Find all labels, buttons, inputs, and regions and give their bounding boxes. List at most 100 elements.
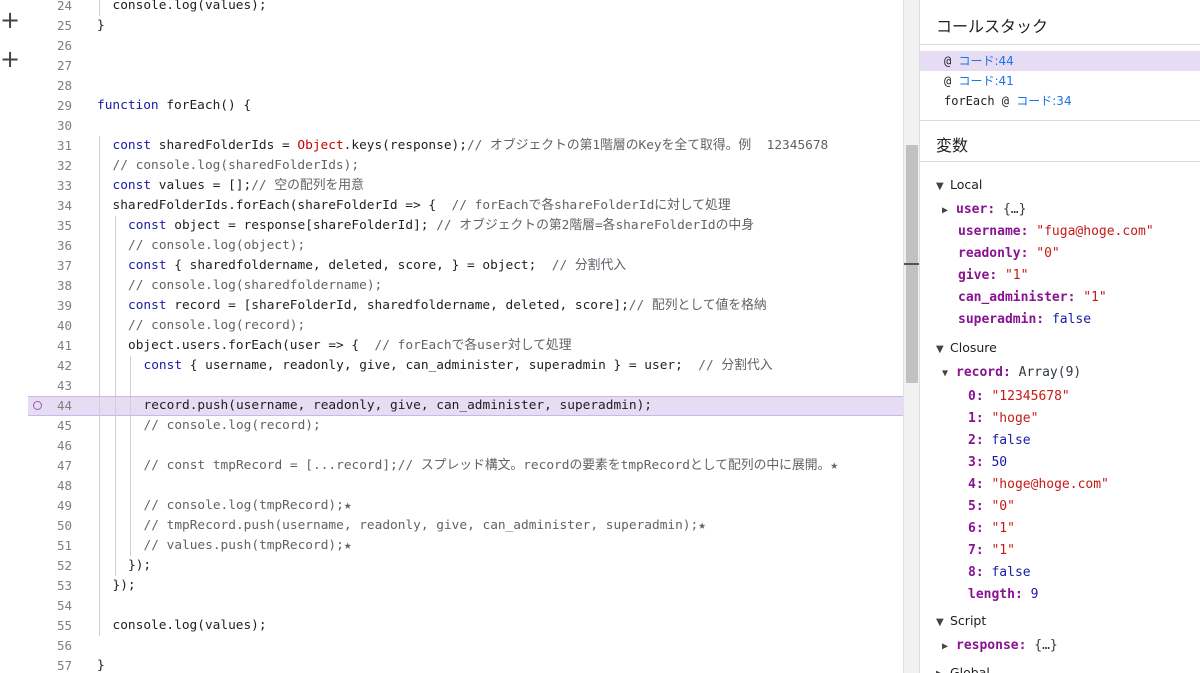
callstack-frame[interactable]: forEach @ コード:34 (920, 91, 1200, 111)
code-line[interactable]: 54 (28, 596, 905, 616)
line-number[interactable]: 36 (28, 236, 72, 256)
code-line[interactable]: 33 const values = [];// 空の配列を用意 (28, 176, 905, 196)
code-line[interactable]: 32 // console.log(sharedFolderIds); (28, 156, 905, 176)
variable-row[interactable]: 5: "0" (968, 499, 1015, 514)
variable-row[interactable]: give: "1" (958, 268, 1028, 283)
plus-icon[interactable]: + (0, 47, 20, 71)
code-line[interactable]: 35 const object = response[shareFolderId]… (28, 216, 905, 236)
code-line[interactable]: 42 const { username, readonly, give, can_… (28, 356, 905, 376)
scope-header[interactable]: ▼ Local (936, 177, 982, 192)
variable-row[interactable]: length: 9 (968, 587, 1038, 602)
callstack-frame[interactable]: @ コード:41 (920, 71, 1200, 91)
code-line[interactable]: 28 (28, 76, 905, 96)
code-line[interactable]: 37 const { sharedfoldername, deleted, sco… (28, 256, 905, 276)
line-number[interactable]: 29 (28, 96, 72, 116)
code-line[interactable]: 49 // console.log(tmpRecord);★ (28, 496, 905, 516)
variable-row[interactable]: ▶ user: {…} (942, 202, 1026, 217)
line-number[interactable]: 42 (28, 356, 72, 376)
variable-row[interactable]: 4: "hoge@hoge.com" (968, 477, 1109, 492)
line-number[interactable]: 56 (28, 636, 72, 656)
code-line[interactable]: 43 (28, 376, 905, 396)
code-line[interactable]: 47 // const tmpRecord = [...record];// スプ… (28, 456, 905, 476)
code-line[interactable]: 36 // console.log(object); (28, 236, 905, 256)
plus-icon[interactable]: + (0, 8, 20, 32)
variable-row[interactable]: 6: "1" (968, 521, 1015, 536)
scope-header[interactable]: ▶Global (936, 665, 990, 673)
line-number[interactable]: 45 (28, 416, 72, 436)
line-number[interactable]: 53 (28, 576, 72, 596)
variable-row[interactable]: username: "fuga@hoge.com" (958, 224, 1154, 239)
line-number[interactable]: 30 (28, 116, 72, 136)
triangle-right-icon[interactable]: ▶ (942, 205, 956, 216)
line-number[interactable]: 33 (28, 176, 72, 196)
code-line[interactable]: 57} (28, 656, 905, 673)
line-number[interactable]: 54 (28, 596, 72, 616)
line-number[interactable]: 57 (28, 656, 72, 673)
variable-row[interactable]: readonly: "0" (958, 246, 1060, 261)
line-number[interactable]: 34 (28, 196, 72, 216)
frame-source-link[interactable]: コード:34 (1016, 94, 1071, 108)
code-line[interactable]: 52}); (28, 556, 905, 576)
code-line[interactable]: 46 (28, 436, 905, 456)
scope-header[interactable]: ▼ Closure (936, 340, 997, 355)
line-number[interactable]: 46 (28, 436, 72, 456)
code-line[interactable]: 27 (28, 56, 905, 76)
code-line[interactable]: 29 function forEach() { (28, 96, 905, 116)
code-line[interactable]: 39 const record = [shareFolderId, sharedf… (28, 296, 905, 316)
code-line[interactable]: 45 // console.log(record); (28, 416, 905, 436)
variable-row[interactable]: ▶ response: {…} (942, 638, 1058, 653)
code-line[interactable]: 41 object.users.forEach(user => { // forE… (28, 336, 905, 356)
line-number[interactable]: 51 (28, 536, 72, 556)
triangle-down-icon[interactable]: ▼ (942, 368, 956, 379)
code-line-paused[interactable]: 44 record.push(username, readonly, give, … (28, 396, 905, 417)
code-line[interactable]: 55 console.log(values); (28, 616, 905, 636)
variable-row[interactable]: 2: false (968, 433, 1031, 448)
line-number[interactable]: 38 (28, 276, 72, 296)
line-number[interactable]: 44 (28, 397, 72, 415)
code-line[interactable]: 34 sharedFolderIds.forEach(shareFolderId … (28, 196, 905, 216)
variable-row[interactable]: ▼ record: Array(9) (942, 365, 1081, 380)
line-number[interactable]: 35 (28, 216, 72, 236)
line-number[interactable]: 55 (28, 616, 72, 636)
code-line[interactable]: 56 (28, 636, 905, 656)
code-line[interactable]: 25} (28, 16, 905, 36)
line-number[interactable]: 28 (28, 76, 72, 96)
variable-row[interactable]: 1: "hoge" (968, 411, 1038, 426)
frame-source-link[interactable]: コード:44 (958, 54, 1013, 68)
triangle-right-icon[interactable]: ▶ (942, 641, 956, 652)
line-number[interactable]: 39 (28, 296, 72, 316)
line-number[interactable]: 26 (28, 36, 72, 56)
code-line[interactable]: 40 // console.log(record); (28, 316, 905, 336)
line-number[interactable]: 48 (28, 476, 72, 496)
code-editor[interactable]: 24 console.log(values); 25} 26 27 28 29 functio… (28, 0, 905, 673)
code-line[interactable]: 24 console.log(values); (28, 0, 905, 16)
line-number[interactable]: 31 (28, 136, 72, 156)
line-number[interactable]: 41 (28, 336, 72, 356)
line-number[interactable]: 27 (28, 56, 72, 76)
line-number[interactable]: 50 (28, 516, 72, 536)
code-line[interactable]: 38 // console.log(sharedfoldername); (28, 276, 905, 296)
line-number[interactable]: 52 (28, 556, 72, 576)
code-line[interactable]: 50 // tmpRecord.push(username, readonly, … (28, 516, 905, 536)
scope-header[interactable]: ▼ Script (936, 613, 986, 628)
code-line[interactable]: 31 const sharedFolderIds = Object.keys(re… (28, 136, 905, 156)
line-number[interactable]: 40 (28, 316, 72, 336)
line-number[interactable]: 43 (28, 376, 72, 396)
code-line[interactable]: 48 (28, 476, 905, 496)
variable-row[interactable]: can_administer: "1" (958, 290, 1107, 305)
variable-row[interactable]: 7: "1" (968, 543, 1015, 558)
line-number[interactable]: 37 (28, 256, 72, 276)
line-number[interactable]: 47 (28, 456, 72, 476)
code-line[interactable]: 30 (28, 116, 905, 136)
line-number[interactable]: 49 (28, 496, 72, 516)
line-number[interactable]: 32 (28, 156, 72, 176)
line-number[interactable]: 25 (28, 16, 72, 36)
code-line[interactable]: 26 (28, 36, 905, 56)
code-line[interactable]: 51 // values.push(tmpRecord);★ (28, 536, 905, 556)
code-line[interactable]: 53}); (28, 576, 905, 596)
line-number[interactable]: 24 (28, 0, 72, 16)
callstack-frame[interactable]: @ コード:44 (920, 51, 1200, 71)
variable-row[interactable]: 8: false (968, 565, 1031, 580)
variable-row[interactable]: 0: "12345678" (968, 389, 1070, 404)
variable-row[interactable]: 3: 50 (968, 455, 1007, 470)
